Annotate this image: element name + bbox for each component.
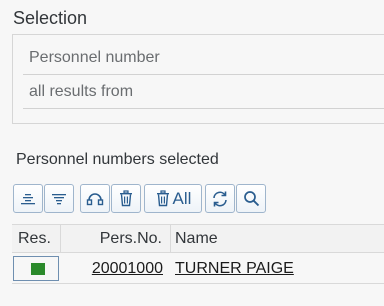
employee-name-link[interactable]: TURNER PAIGE	[171, 254, 384, 283]
delete-all-label: All	[172, 188, 192, 208]
result-status-cell[interactable]	[12, 254, 61, 283]
align-center-button[interactable]	[13, 184, 43, 213]
refresh-button[interactable]	[205, 184, 235, 213]
personnel-table: Res. Pers.No. Name 20001000 TURNER PAIGE	[12, 224, 384, 306]
selection-title: Selection	[13, 8, 88, 28]
status-indicator-icon	[31, 263, 45, 275]
refresh-icon	[213, 191, 227, 206]
all-results-from-label: all results from	[29, 83, 134, 100]
link-icon	[86, 192, 104, 205]
search-icon	[243, 191, 259, 207]
selection-panel: Personnel number all results from	[12, 34, 384, 124]
trash-icon	[156, 190, 169, 207]
align-center-icon	[21, 193, 35, 204]
column-header-res[interactable]: Res.	[12, 225, 61, 253]
align-lines-button[interactable]	[44, 184, 74, 213]
all-results-from-field[interactable]: all results from	[23, 75, 384, 109]
column-header-name[interactable]: Name	[171, 225, 384, 253]
column-header-pers-no[interactable]: Pers.No.	[61, 225, 171, 253]
pers-no-link[interactable]: 20001000	[61, 254, 171, 283]
delete-button[interactable]	[111, 184, 141, 213]
personnel-list-title: Personnel numbers selected	[16, 151, 219, 168]
delete-all-button[interactable]: All	[144, 184, 202, 213]
selection-screen: Selection Personnel number all results f…	[0, 0, 384, 306]
personnel-number-field[interactable]: Personnel number	[23, 41, 384, 75]
align-lines-icon	[52, 193, 66, 204]
trash-icon	[120, 190, 132, 207]
personnel-number-label: Personnel number	[29, 49, 160, 66]
find-button[interactable]	[236, 184, 266, 213]
table-header: Res. Pers.No. Name	[12, 224, 384, 253]
table-row[interactable]: 20001000 TURNER PAIGE	[12, 254, 384, 284]
link-button[interactable]	[80, 184, 110, 213]
